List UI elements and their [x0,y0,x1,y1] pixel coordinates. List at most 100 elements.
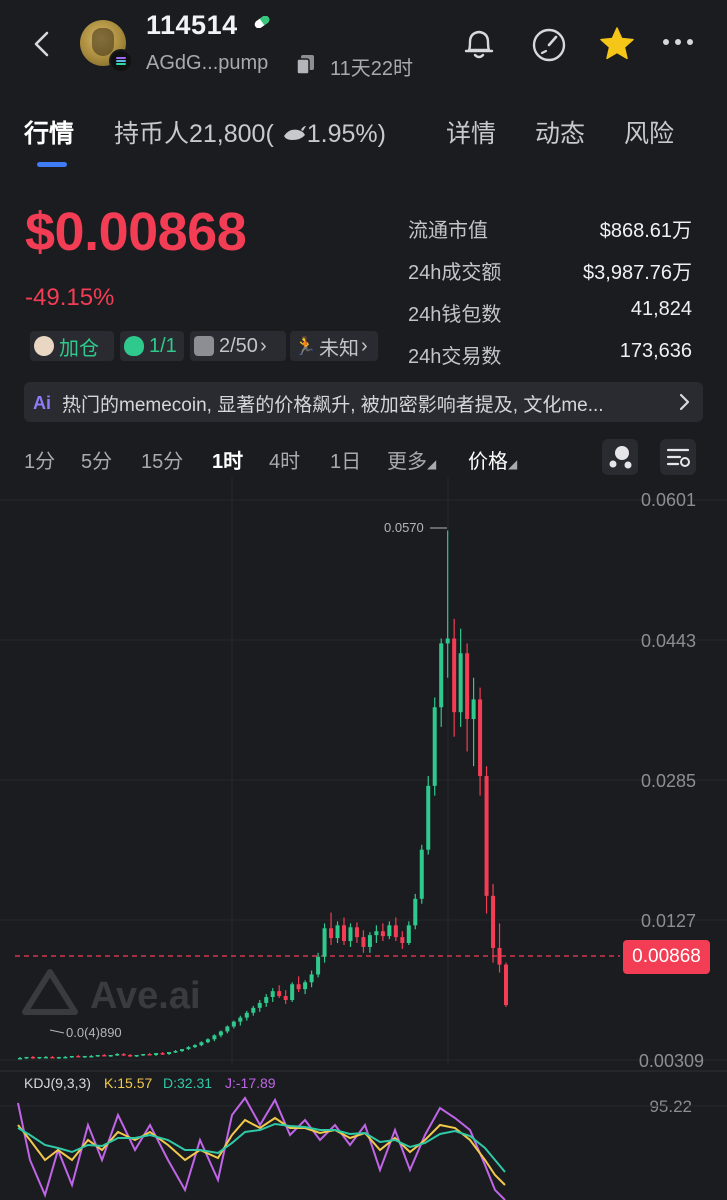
timeframe-4h[interactable]: 4时 [269,445,300,474]
runner-icon: 🏃 [294,336,317,356]
candle-body [465,653,470,720]
more-options-icon[interactable] [660,36,696,48]
candle-body [251,1007,256,1013]
ai-summary-text: 热门的memecoin, 显著的价格飙升, 被加密影响者提及, 文化me... [62,395,604,416]
candle-body [108,1054,113,1057]
y-tick-label: 0.0601 [641,490,696,510]
y-tick-label: 0.0285 [641,771,696,791]
top-crown-icon [194,336,214,356]
tag-add-position[interactable]: 加仓 [30,331,114,361]
timeframe-15m[interactable]: 15分 [141,445,183,474]
timeframe-1h[interactable]: 1时 [212,445,243,474]
candle-body [471,699,476,720]
candle-body [406,925,411,944]
candle-body [212,1035,217,1040]
y-tick-label: 0.0443 [641,631,696,651]
copy-icon[interactable] [296,53,316,75]
candle-body [205,1039,210,1043]
candle-body [419,849,424,899]
candle-body [179,1049,185,1052]
price-chart[interactable]: Ave.ai 0.0601 0.0443 0.0285 0.0127 0.003… [0,478,727,1200]
candle-body [115,1054,120,1056]
stat-label-volume: 24h成交额 [408,262,502,284]
candle-body [387,925,392,937]
tab-holders[interactable]: 持币人21,800( 1.95%) [114,114,386,150]
candle-body [283,996,288,1000]
candle-body [277,991,282,997]
stat-value-wallets: 41,824 [630,298,692,320]
candle-body [335,925,340,939]
candle-body [497,947,502,965]
favorite-star-icon[interactable] [597,24,637,64]
timeframe-5m[interactable]: 5分 [81,445,112,474]
candle-body [102,1054,107,1057]
candle-body [238,1017,243,1022]
chart-settings-button[interactable] [660,439,696,475]
candle-body [439,643,444,708]
svg-text:Ave.ai: Ave.ai [90,975,201,1017]
candle-body [309,974,314,983]
chevron-right-icon [679,393,690,411]
candle-body [43,1056,48,1059]
bell-icon[interactable] [460,24,498,62]
candle-body [244,1012,249,1018]
chevron-right-icon: › [361,334,368,357]
gauge-icon[interactable] [529,24,569,64]
candle-body [354,927,359,938]
indicator-button[interactable] [602,439,638,475]
timeframe-1d[interactable]: 1日 [330,445,361,474]
tab-holders-percent: 1.95%) [306,120,386,148]
money-bag-icon [124,336,144,356]
back-arrow-icon[interactable] [30,30,54,58]
candle-body [413,898,418,926]
candle-body [63,1056,68,1059]
tag-top-holders[interactable]: 2/50 › [190,331,286,361]
ai-icon: Ai [33,393,51,413]
stat-label-market-cap: 流通市值 [408,220,488,242]
tab-market[interactable]: 行情 [24,114,74,150]
candle-body [37,1056,42,1059]
candle-body [393,925,398,938]
active-tab-indicator [37,162,67,167]
tag-status[interactable]: 🏃 未知 › [290,331,378,361]
low-price-label: 0.0(4)890 [66,1025,122,1040]
candle-body [348,927,353,942]
current-price: $0.00868 [25,202,247,262]
tab-activity[interactable]: 动态 [535,114,585,150]
stat-value-trades: 173,636 [619,340,692,362]
candle-body [361,937,366,947]
y-tick-label: 0.00309 [639,1051,704,1071]
price-change: -49.15% [25,284,115,311]
tab-risk[interactable]: 风险 [624,114,674,150]
candle-body [167,1052,172,1055]
candle-body [134,1054,139,1057]
pill-icon [254,16,270,28]
candle-body [491,895,496,948]
candle-body [160,1053,165,1055]
candle-body [257,1002,262,1008]
candle-body [322,928,327,957]
high-price-label: 0.0570 [384,520,424,535]
candle-body [264,997,269,1003]
timeframe-1m[interactable]: 1分 [24,445,55,474]
solana-chain-icon [109,49,133,73]
candle-body [141,1054,146,1056]
whale-icon [283,126,306,140]
chart-mode-select[interactable]: 价格◢ [468,445,517,474]
candle-body [186,1047,191,1050]
tab-details[interactable]: 详情 [446,114,496,150]
candle-body [69,1055,74,1058]
candle-body [17,1057,23,1060]
timeframe-more[interactable]: 更多◢ [387,445,436,474]
candle-body [316,956,321,975]
candle-body [128,1054,133,1057]
candle-body [296,984,301,990]
tag-dev-ratio[interactable]: 1/1 [120,331,184,361]
kdj-title: KDJ(9,3,3) [24,1075,91,1091]
candle-body [374,931,379,936]
stat-value-market-cap: $868.61万 [599,220,692,242]
candle-body [452,638,457,713]
kdj-j-line [17,1096,506,1200]
chef-icon [34,336,54,356]
y-tick-label: 0.0127 [641,911,696,931]
